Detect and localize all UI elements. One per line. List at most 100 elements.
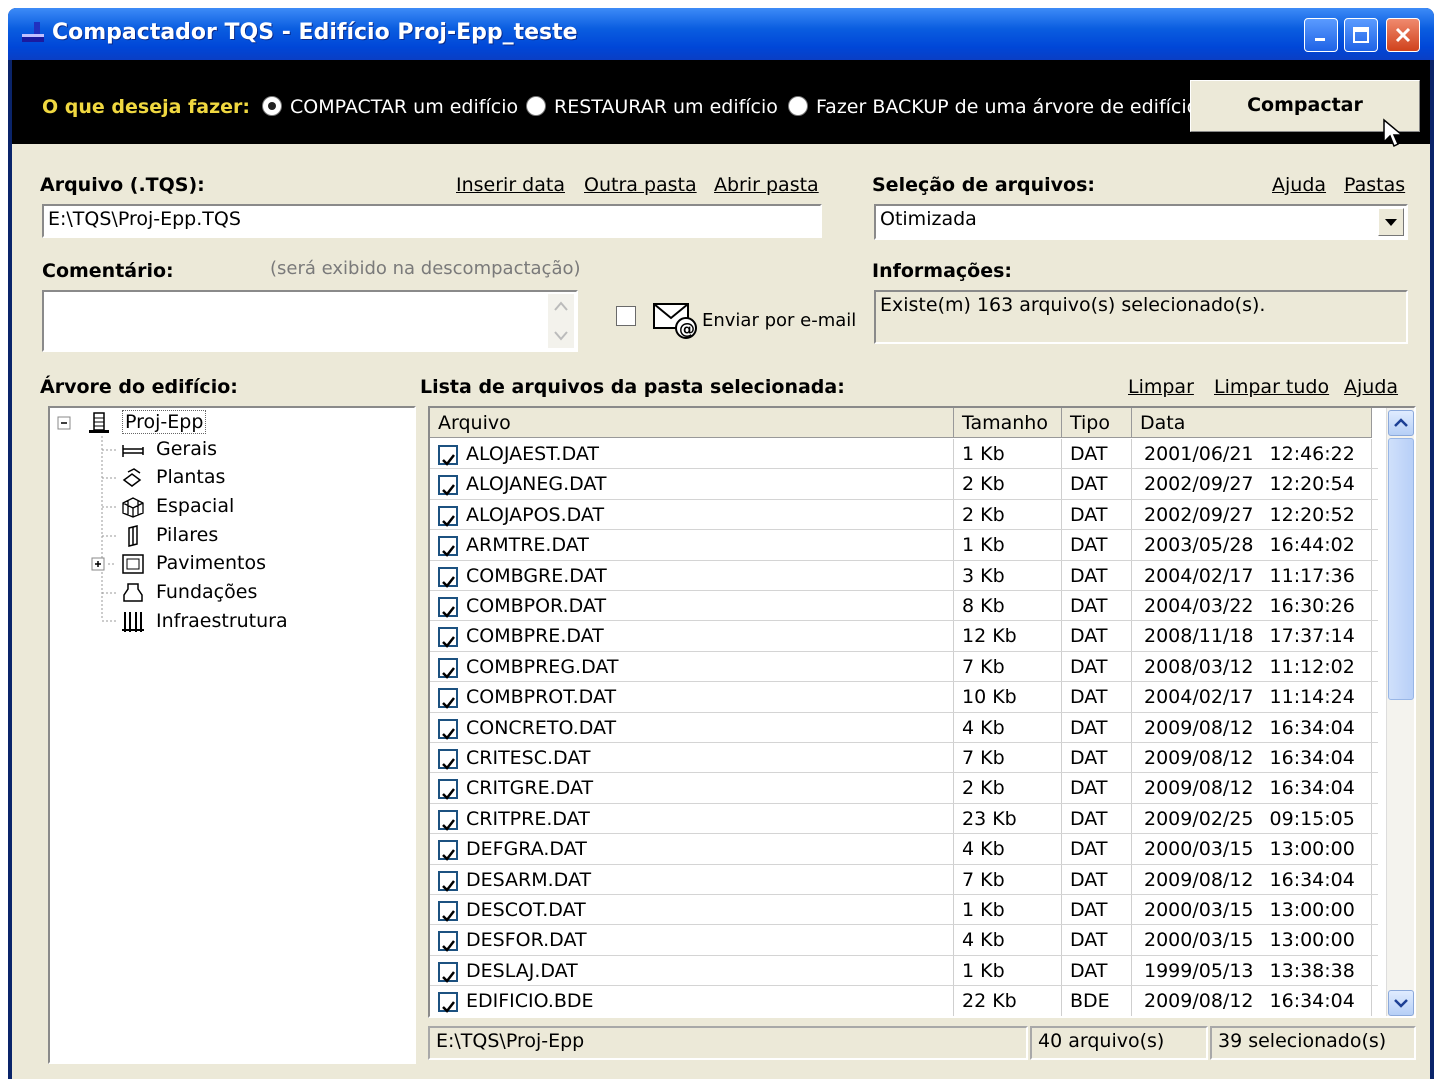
tree-root[interactable]: Proj-Epp — [122, 410, 207, 434]
checkmark-icon — [442, 910, 455, 922]
file-name: EDIFICIO.BDE — [466, 990, 594, 1013]
file-name: CRITGRE.DAT — [466, 777, 594, 800]
file-time: 17:37:14 — [1269, 625, 1355, 648]
comentario-textarea[interactable] — [42, 290, 578, 352]
dropdown-button[interactable] — [1378, 208, 1404, 236]
table-row[interactable]: ALOJAPOS.DAT 2 Kb DAT 2002/09/27 12:20:52 — [430, 499, 1378, 530]
table-row[interactable]: EDIFICIO.BDE 22 Kb BDE 2009/08/12 16:34:04 — [430, 986, 1378, 1016]
file-checkbox[interactable] — [438, 505, 458, 527]
radio-button[interactable] — [788, 96, 808, 116]
file-checkbox[interactable] — [438, 445, 458, 466]
minimize-button[interactable] — [1304, 18, 1338, 52]
table-row[interactable]: DESLAJ.DAT 1 Kb DAT 1999/05/13 13:38:38 — [430, 955, 1378, 986]
file-checkbox[interactable] — [438, 901, 458, 922]
table-row[interactable]: DESARM.DAT 7 Kb DAT 2009/08/12 16:34:04 — [430, 864, 1378, 895]
selecao-ajuda-link[interactable]: Ajuda — [1272, 174, 1326, 196]
tree-item-infraestrutura[interactable]: Infraestrutura — [156, 610, 288, 632]
email-checkbox[interactable] — [616, 306, 636, 326]
column-header-tamanho[interactable]: Tamanho — [954, 408, 1062, 438]
maximize-button[interactable] — [1344, 18, 1378, 52]
file-checkbox[interactable] — [438, 597, 458, 618]
tree-item-espacial[interactable]: Espacial — [156, 495, 234, 517]
table-row[interactable]: ALOJANEG.DAT 2 Kb DAT 2002/09/27 12:20:54 — [430, 469, 1378, 500]
file-checkbox[interactable] — [438, 961, 458, 983]
limpar-link[interactable]: Limpar — [1128, 376, 1194, 398]
table-row[interactable]: ALOJAEST.DAT 1 Kb DAT 2001/06/21 12:46:22 — [430, 439, 1378, 469]
file-checkbox[interactable] — [438, 779, 458, 801]
file-type-cell: DAT — [1062, 530, 1132, 561]
inserir-data-link[interactable]: Inserir data — [456, 174, 565, 196]
radio-button-selected[interactable] — [262, 96, 282, 116]
file-time: 16:34:04 — [1269, 716, 1355, 739]
file-checkbox[interactable] — [438, 931, 458, 953]
file-checkbox[interactable] — [438, 840, 458, 862]
file-time: 13:00:00 — [1269, 899, 1355, 921]
file-date: 2008/11/18 — [1144, 625, 1254, 648]
table-row[interactable]: COMBGRE.DAT 3 Kb DAT 2004/02/17 11:17:36 — [430, 560, 1378, 591]
table-row[interactable]: CONCRETO.DAT 4 Kb DAT 2009/08/12 16:34:04 — [430, 712, 1378, 743]
file-checkbox[interactable] — [438, 749, 458, 770]
file-checkbox[interactable] — [438, 688, 458, 710]
tree-item-gerais[interactable]: Gerais — [156, 438, 217, 460]
table-row[interactable]: CRITGRE.DAT 2 Kb DAT 2009/08/12 16:34:04 — [430, 773, 1378, 804]
checkmark-icon — [442, 697, 455, 710]
table-row[interactable]: DEFGRA.DAT 4 Kb DAT 2000/03/15 13:00:00 — [430, 834, 1378, 865]
file-checkbox[interactable] — [438, 992, 458, 1014]
tree-item-fundacoes[interactable]: Fundações — [156, 581, 257, 603]
comentario-scrollbar[interactable] — [548, 294, 574, 348]
outra-pasta-link[interactable]: Outra pasta — [584, 174, 697, 196]
table-row[interactable]: CRITPRE.DAT 23 Kb DAT 2009/02/25 09:15:05 — [430, 803, 1378, 834]
scroll-up-button[interactable] — [1388, 410, 1414, 436]
column-header-arquivo[interactable]: Arquivo — [430, 408, 954, 438]
title-bar[interactable]: Compactador TQS - Edifício Proj-Epp_test… — [8, 8, 1434, 60]
file-checkbox[interactable] — [438, 718, 458, 740]
tree-item-pilares[interactable]: Pilares — [156, 524, 218, 546]
tree-item-pavimentos[interactable]: Pavimentos — [156, 552, 266, 574]
radio-restaurar[interactable]: RESTAURAR um edifício — [526, 96, 778, 118]
column-header-data[interactable]: Data — [1132, 408, 1372, 438]
radio-compactar[interactable]: COMPACTAR um edifício — [262, 96, 518, 118]
file-checkbox[interactable] — [438, 870, 458, 892]
pastas-link[interactable]: Pastas — [1344, 174, 1405, 196]
file-name: DESLAJ.DAT — [466, 959, 578, 982]
building-tree[interactable]: Proj-Epp Gerais Plantas Espacial Pilares… — [48, 406, 416, 1064]
table-row[interactable]: COMBPRE.DAT 12 Kb DAT 2008/11/18 17:37:14 — [430, 621, 1378, 652]
table-row[interactable]: DESFOR.DAT 4 Kb DAT 2000/03/15 13:00:00 — [430, 925, 1378, 956]
file-date: 2009/08/12 — [1144, 747, 1254, 769]
file-date-cell: 2009/08/12 16:34:04 — [1132, 743, 1372, 773]
table-row[interactable]: COMBPREG.DAT 7 Kb DAT 2008/03/12 11:12:02 — [430, 651, 1378, 682]
table-row[interactable]: CRITESC.DAT 7 Kb DAT 2009/08/12 16:34:04 — [430, 743, 1378, 773]
file-checkbox[interactable] — [438, 536, 458, 558]
file-checkbox[interactable] — [438, 475, 458, 497]
table-row[interactable]: COMBPROT.DAT 10 Kb DAT 2004/02/17 11:14:24 — [430, 682, 1378, 713]
arquivo-input[interactable]: E:\TQS\Proj-Epp.TQS — [42, 204, 822, 238]
table-row[interactable]: DESCOT.DAT 1 Kb DAT 2000/03/15 13:00:00 — [430, 895, 1378, 925]
file-size-cell: 8 Kb — [954, 591, 1062, 621]
radio-backup[interactable]: Fazer BACKUP de uma árvore de edifícios — [788, 96, 1208, 118]
file-checkbox[interactable] — [438, 627, 458, 649]
file-date-cell: 2000/03/15 13:00:00 — [1132, 925, 1372, 956]
file-checkbox[interactable] — [438, 657, 458, 679]
file-date: 2002/09/27 — [1144, 503, 1254, 526]
file-time: 16:34:04 — [1269, 868, 1355, 891]
table-row[interactable]: COMBPOR.DAT 8 Kb DAT 2004/03/22 16:30:26 — [430, 591, 1378, 621]
column-header-tipo[interactable]: Tipo — [1062, 408, 1132, 438]
scroll-down-button[interactable] — [1388, 990, 1414, 1016]
file-name-cell: DESCOT.DAT — [430, 895, 954, 925]
abrir-pasta-link[interactable]: Abrir pasta — [714, 174, 819, 196]
file-size-cell: 4 Kb — [954, 834, 1062, 865]
column-icon — [128, 525, 138, 547]
file-checkbox[interactable] — [438, 809, 458, 831]
tree-item-plantas[interactable]: Plantas — [156, 466, 225, 488]
file-list[interactable]: Arquivo Tamanho Tipo Data ALOJAEST.DAT 1 … — [428, 406, 1416, 1018]
file-list-scrollbar[interactable] — [1386, 408, 1414, 1016]
arquivo-label: Arquivo (.TQS): — [40, 174, 205, 196]
table-row[interactable]: ARMTRE.DAT 1 Kb DAT 2003/05/28 16:44:02 — [430, 530, 1378, 561]
filelist-ajuda-link[interactable]: Ajuda — [1344, 376, 1398, 398]
selecao-select[interactable]: Otimizada — [874, 204, 1408, 240]
close-button[interactable] — [1386, 18, 1420, 52]
scroll-thumb[interactable] — [1388, 438, 1414, 700]
radio-button[interactable] — [526, 96, 546, 116]
limpar-tudo-link[interactable]: Limpar tudo — [1214, 376, 1329, 398]
file-checkbox[interactable] — [438, 566, 458, 588]
